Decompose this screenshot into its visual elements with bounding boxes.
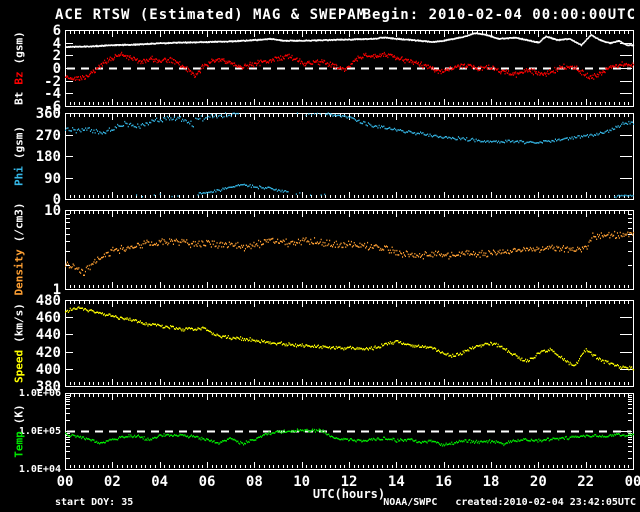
y-axis-title-speed: Speed (km/s) (13, 303, 26, 383)
bz-axis-label: Bz (12, 71, 26, 85)
kms-unit-label: (km/s) (12, 303, 26, 343)
agency-label: NOAA/SWPC (383, 497, 438, 508)
speed-axis-label: Speed (12, 349, 26, 383)
panel-speed (65, 300, 635, 387)
phi-axis-label: Phi (12, 166, 26, 186)
kelvin-unit-label: (K) (12, 404, 26, 425)
y-axis-title-temp: Temp (K) (13, 404, 26, 457)
temp-axis-label: Temp (12, 431, 26, 458)
y-axis-title-phi: Phi (gsm) (13, 126, 26, 186)
x-axis-title: UTC(hours) (312, 487, 386, 501)
plot-canvas (65, 30, 635, 470)
gsm-unit-label: (gsm) (12, 31, 26, 65)
panel-density (65, 210, 635, 290)
y-axis-title-density: Density (/cm3) (13, 202, 26, 295)
created-timestamp: created:2010-02-04 23:42:05UTC (455, 497, 636, 508)
panel-temp (65, 393, 635, 470)
bt-axis-label: Bt (12, 91, 26, 105)
panel-bt-bz (65, 30, 635, 107)
y-axis-title-bt-bz: Bt Bz (gsm) (13, 31, 26, 105)
footer-credit: NOAA/SWPC created:2010-02-04 23:42:05UTC (383, 497, 636, 508)
start-doy-label: start DOY: 35 (55, 497, 134, 508)
gsm-unit-label: (gsm) (12, 126, 26, 160)
ace-rtsw-plot: ACE RTSW (Estimated) MAG & SWEPAM Begin:… (0, 0, 640, 512)
cm3-unit-label: (/cm3) (12, 202, 26, 243)
density-axis-label: Density (12, 249, 26, 296)
panel-phi (65, 112, 635, 200)
